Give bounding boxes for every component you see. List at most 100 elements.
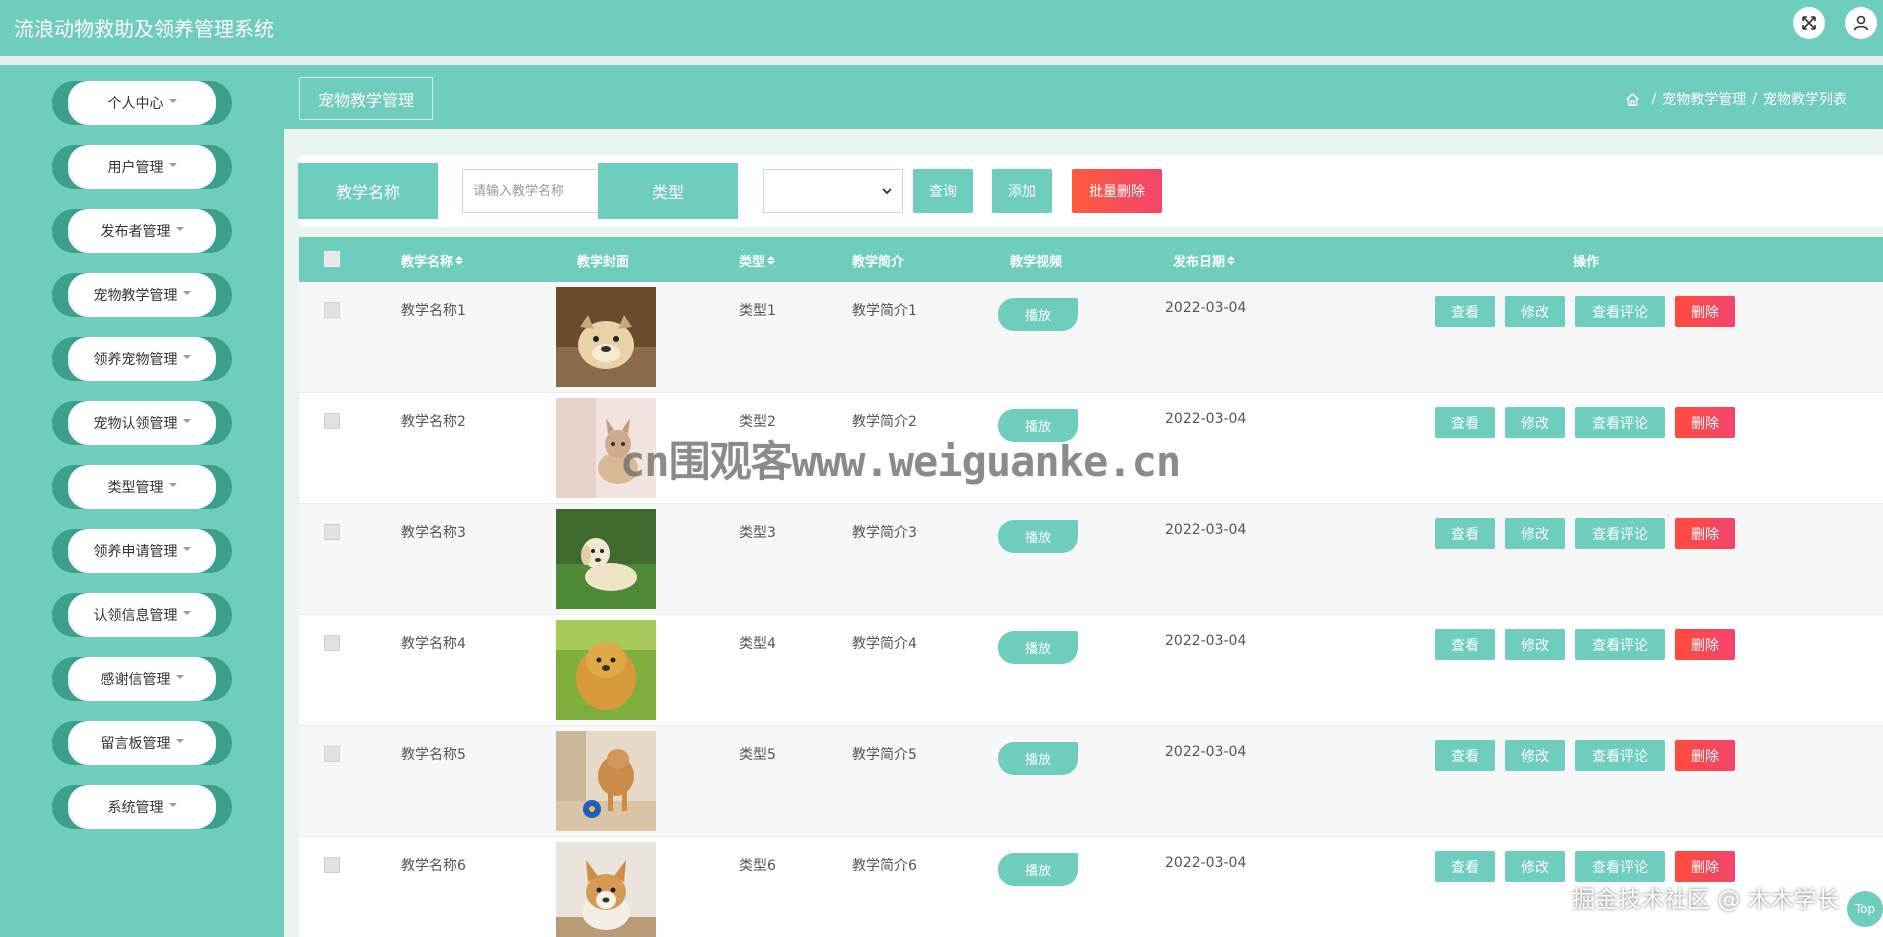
edit-button[interactable]: 修改	[1505, 851, 1565, 882]
sidebar-item-label: 留言板管理	[100, 736, 171, 752]
delete-button[interactable]: 删除	[1675, 851, 1735, 882]
sidebar-item-adoption-application-management[interactable]: 领养申请管理	[52, 529, 232, 573]
cell-date: 2022-03-04	[1165, 855, 1247, 871]
table-row: 教学名称2 类型2 教学简介2 播放 2022-03-04 查看 修改 查看评论 删除	[299, 393, 1883, 504]
row-checkbox[interactable]	[324, 524, 340, 540]
view-comments-button[interactable]: 查看评论	[1575, 851, 1665, 882]
sort-icon	[1227, 256, 1236, 265]
caret-down-icon	[175, 227, 184, 231]
delete-button[interactable]: 删除	[1675, 296, 1735, 327]
view-comments-button[interactable]: 查看评论	[1575, 296, 1665, 327]
table-row: 教学名称4 类型4 教学简介4 播放 2022-03-04 查看 修改 查看评论 删除	[299, 615, 1883, 726]
cell-name: 教学名称4	[401, 636, 466, 652]
view-comments-button[interactable]: 查看评论	[1575, 518, 1665, 549]
edit-button[interactable]: 修改	[1505, 740, 1565, 771]
breadcrumb: / 宠物教学管理 / 宠物教学列表	[1625, 89, 1847, 109]
view-button[interactable]: 查看	[1435, 851, 1495, 882]
sidebar-item-pet-claim-management[interactable]: 宠物认领管理	[52, 401, 232, 445]
caret-down-icon	[175, 675, 184, 679]
cell-intro: 教学简介1	[852, 303, 917, 319]
row-checkbox[interactable]	[324, 413, 340, 429]
sidebar-item-thank-letter-management[interactable]: 感谢信管理	[52, 657, 232, 701]
fullscreen-icon[interactable]	[1793, 7, 1825, 39]
back-to-top-button[interactable]: Top	[1845, 889, 1883, 929]
home-icon[interactable]	[1625, 92, 1640, 107]
add-button[interactable]: 添加	[992, 169, 1052, 213]
table-header: 教学名称 教学封面 类型 教学简介 教学视频 发布日期 操作	[299, 237, 1883, 282]
breadcrumb-item[interactable]: 宠物教学管理	[1662, 89, 1746, 109]
view-button[interactable]: 查看	[1435, 296, 1495, 327]
sidebar-item-label: 发布者管理	[100, 224, 171, 240]
sidebar-item-label: 领养申请管理	[93, 544, 178, 560]
breadcrumb-separator: /	[1651, 91, 1657, 107]
sidebar-item-claim-info-management[interactable]: 认领信息管理	[52, 593, 232, 637]
delete-button[interactable]: 删除	[1675, 629, 1735, 660]
cell-name: 教学名称1	[401, 303, 466, 319]
select-all-checkbox[interactable]	[324, 251, 340, 267]
row-checkbox[interactable]	[324, 857, 340, 873]
view-button[interactable]: 查看	[1435, 407, 1495, 438]
sidebar-item-personal-center[interactable]: 个人中心	[52, 81, 232, 125]
view-comments-button[interactable]: 查看评论	[1575, 407, 1665, 438]
play-video-button[interactable]: 播放	[998, 631, 1078, 664]
view-comments-button[interactable]: 查看评论	[1575, 629, 1665, 660]
name-search-input[interactable]	[462, 169, 602, 213]
edit-button[interactable]: 修改	[1505, 518, 1565, 549]
edit-button[interactable]: 修改	[1505, 629, 1565, 660]
cell-type: 类型2	[739, 414, 776, 430]
row-checkbox[interactable]	[324, 635, 340, 651]
cell-name: 教学名称2	[401, 414, 466, 430]
query-button[interactable]: 查询	[913, 169, 973, 213]
sidebar-item-pet-teaching-management[interactable]: 宠物教学管理	[52, 273, 232, 317]
play-video-button[interactable]: 播放	[998, 742, 1078, 775]
search-panel: 教学名称 类型 查询 添加 批量删除	[298, 155, 1883, 227]
play-video-button[interactable]: 播放	[998, 409, 1078, 442]
delete-button[interactable]: 删除	[1675, 518, 1735, 549]
th-type[interactable]: 类型	[739, 251, 776, 270]
batch-delete-button[interactable]: 批量删除	[1072, 169, 1162, 213]
type-search-label: 类型	[598, 163, 738, 219]
row-checkbox[interactable]	[324, 746, 340, 762]
delete-button[interactable]: 删除	[1675, 407, 1735, 438]
caret-down-icon	[182, 355, 191, 359]
page-header: 宠物教学管理 / 宠物教学管理 / 宠物教学列表	[284, 65, 1883, 129]
caret-down-icon	[182, 291, 191, 295]
sidebar-item-label: 感谢信管理	[100, 672, 171, 688]
th-name[interactable]: 教学名称	[401, 251, 464, 270]
sidebar-item-system-management[interactable]: 系统管理	[52, 785, 232, 829]
view-button[interactable]: 查看	[1435, 518, 1495, 549]
view-comments-button[interactable]: 查看评论	[1575, 740, 1665, 771]
sidebar-item-message-board-management[interactable]: 留言板管理	[52, 721, 232, 765]
row-checkbox[interactable]	[324, 302, 340, 318]
th-video: 教学视频	[1010, 255, 1063, 270]
top-bar: 流浪动物救助及领养管理系统	[0, 0, 1883, 56]
play-video-button[interactable]: 播放	[998, 520, 1078, 553]
play-video-button[interactable]: 播放	[998, 853, 1078, 886]
type-select[interactable]	[763, 169, 903, 213]
play-video-button[interactable]: 播放	[998, 298, 1078, 331]
cell-type: 类型3	[739, 525, 776, 541]
sidebar-item-label: 系统管理	[107, 800, 164, 816]
delete-button[interactable]: 删除	[1675, 740, 1735, 771]
view-button[interactable]: 查看	[1435, 740, 1495, 771]
edit-button[interactable]: 修改	[1505, 407, 1565, 438]
data-table: 教学名称 教学封面 类型 教学简介 教学视频 发布日期 操作 教学名称1 类型1 教…	[299, 237, 1883, 937]
edit-button[interactable]: 修改	[1505, 296, 1565, 327]
breadcrumb-separator: /	[1752, 91, 1757, 107]
sidebar-item-user-management[interactable]: 用户管理	[52, 145, 232, 189]
user-icon[interactable]	[1845, 7, 1877, 39]
cell-date: 2022-03-04	[1165, 300, 1247, 316]
sidebar-item-publisher-management[interactable]: 发布者管理	[52, 209, 232, 253]
table-row: 教学名称1 类型1 教学简介1 播放 2022-03-04 查看 修改 查看评论 删除	[299, 282, 1883, 393]
cover-image	[556, 398, 656, 498]
view-button[interactable]: 查看	[1435, 629, 1495, 660]
app-title: 流浪动物救助及领养管理系统	[14, 17, 274, 41]
th-date[interactable]: 发布日期	[1173, 251, 1236, 270]
cell-intro: 教学简介2	[852, 414, 917, 430]
caret-down-icon	[182, 611, 191, 615]
sidebar-item-label: 宠物教学管理	[93, 288, 178, 304]
sidebar-item-type-management[interactable]: 类型管理	[52, 465, 232, 509]
page-title: 宠物教学管理	[299, 77, 433, 120]
sidebar-item-adoption-pet-management[interactable]: 领养宠物管理	[52, 337, 232, 381]
cell-type: 类型4	[739, 636, 776, 652]
